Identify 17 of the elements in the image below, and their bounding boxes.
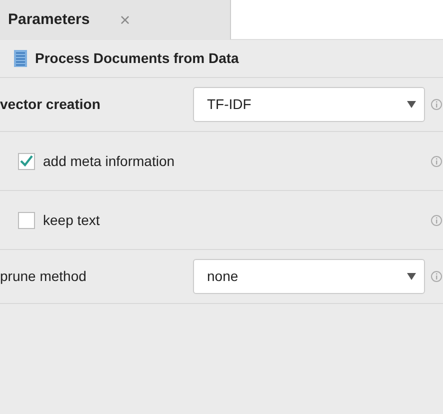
info-icon[interactable] [431,271,442,282]
dropdown[interactable]: none [193,259,425,294]
checkbox-label: keep text [43,210,100,230]
info-icon[interactable] [431,214,442,226]
info-icon[interactable] [431,99,442,110]
parameter-label: vector creation [0,95,102,114]
caret-icon [407,273,416,280]
checkbox[interactable] [18,152,35,170]
document-icon [14,50,27,67]
operator-title: Process Documents from Data [35,49,239,68]
info-icon[interactable] [431,156,442,166]
tab[interactable]: Parameters × [0,0,230,40]
checkbox[interactable] [18,212,35,228]
checkbox-label: add meta information [43,152,175,170]
caret-icon [407,101,416,108]
dropdown[interactable]: TF-IDF [193,87,425,122]
parameter-label: prune method [0,267,88,286]
